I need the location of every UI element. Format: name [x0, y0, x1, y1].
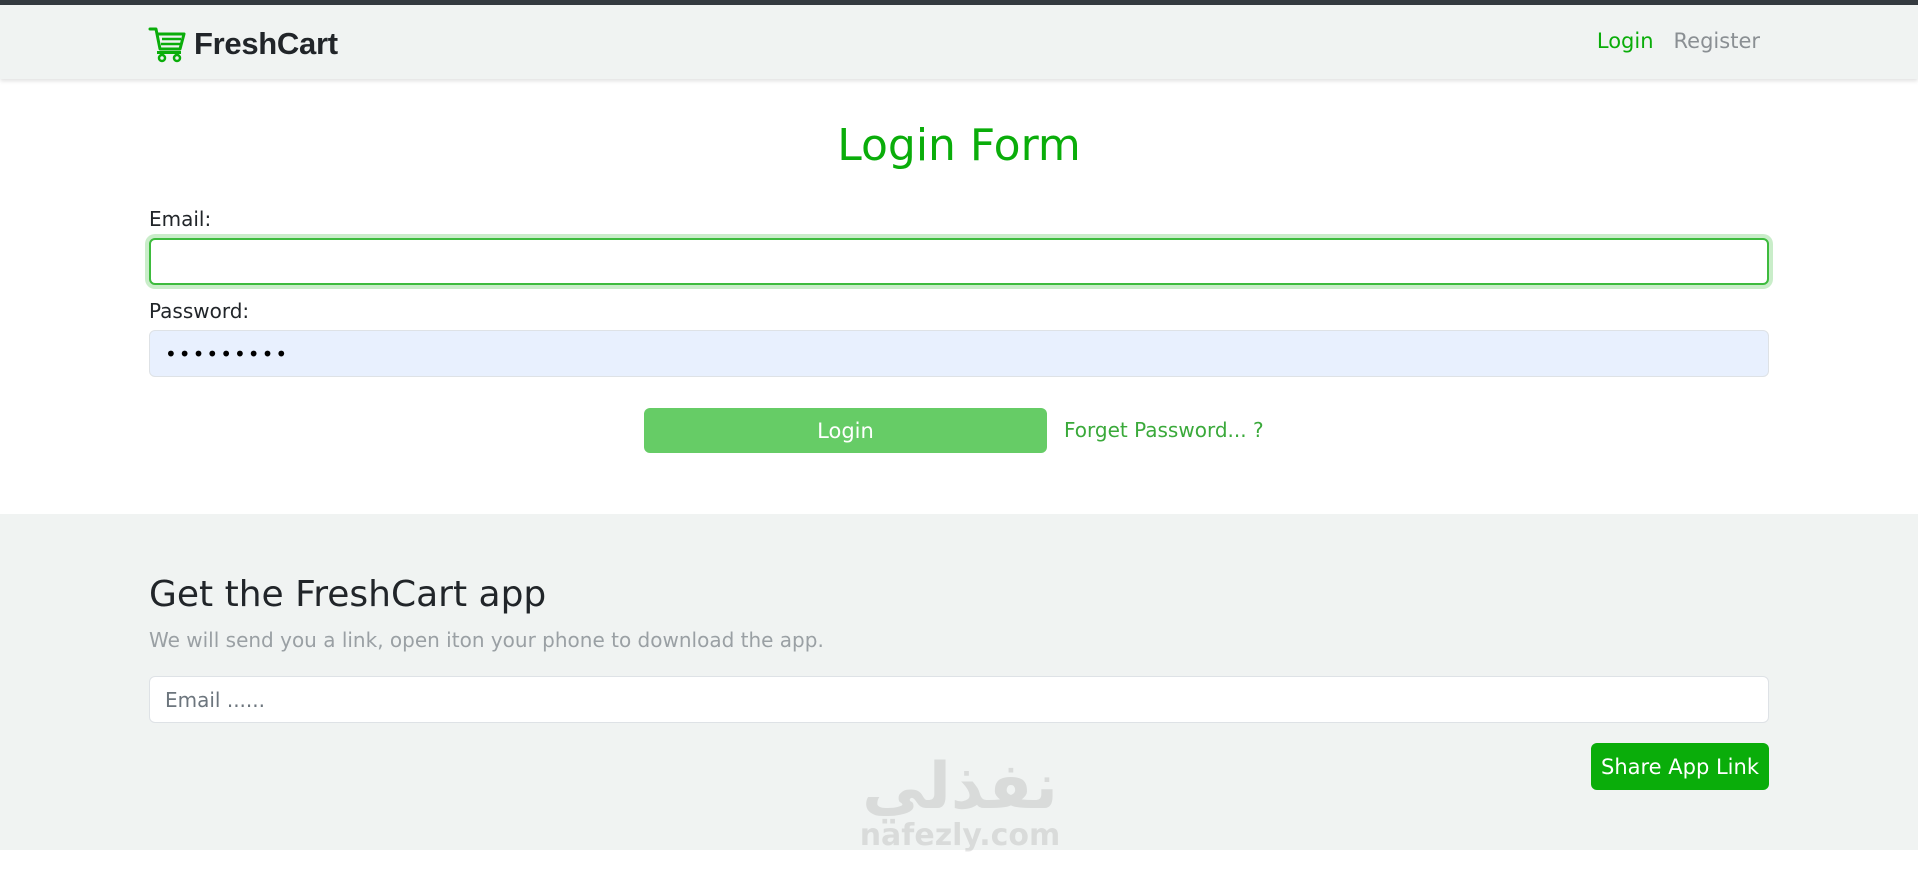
- app-email-input[interactable]: [149, 676, 1769, 723]
- navbar: FreshCart Login Register: [0, 5, 1918, 79]
- email-label: Email:: [149, 207, 212, 231]
- share-app-link-button[interactable]: Share App Link: [1591, 743, 1769, 790]
- password-field[interactable]: [149, 330, 1769, 377]
- brand-logo[interactable]: FreshCart: [148, 25, 338, 63]
- page-title: Login Form: [837, 120, 1081, 171]
- login-button[interactable]: Login: [644, 408, 1047, 453]
- nav-register-link[interactable]: Register: [1674, 29, 1760, 53]
- app-download-section: Get the FreshCart app We will send you a…: [0, 514, 1918, 850]
- app-section-subtitle: We will send you a link, open iton your …: [149, 628, 824, 652]
- forget-password-link[interactable]: Forget Password... ?: [1064, 418, 1264, 442]
- nav-links: Login Register: [1597, 29, 1760, 53]
- cart-icon: [148, 27, 186, 63]
- app-section-title: Get the FreshCart app: [149, 574, 547, 615]
- nav-login-link[interactable]: Login: [1597, 29, 1654, 53]
- password-label: Password:: [149, 299, 250, 323]
- email-field[interactable]: [149, 238, 1769, 285]
- brand-name: FreshCart: [194, 26, 338, 61]
